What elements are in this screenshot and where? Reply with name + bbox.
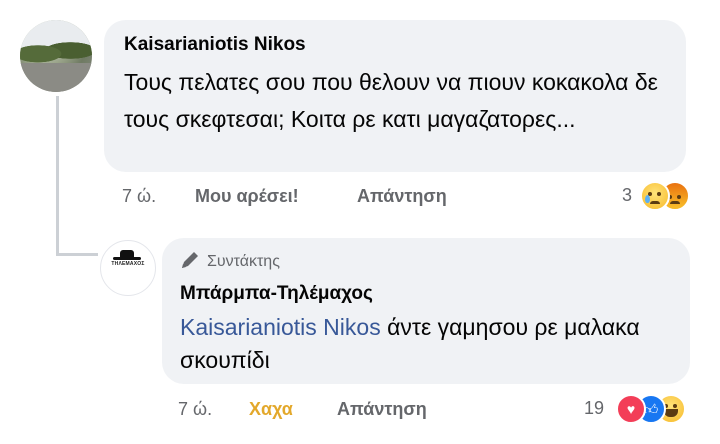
author-badge: Συντάκτης — [207, 253, 280, 270]
sad-icon[interactable] — [640, 181, 670, 211]
reply-button[interactable]: Απάντηση — [337, 399, 427, 420]
avatar-logo-text: ΤΗΛΕΜΑΧΟΣ — [111, 261, 145, 267]
love-icon[interactable]: ♥ — [616, 394, 646, 424]
reply-avatar[interactable] — [100, 240, 156, 296]
haha-button[interactable]: Χαχα — [249, 399, 293, 420]
reply-button[interactable]: Απάντηση — [357, 186, 447, 207]
reply-author[interactable]: Μπάρμπα-Τηλέμαχος — [180, 283, 373, 305]
like-button[interactable]: Μου αρέσει! — [195, 186, 299, 207]
hat-brim — [113, 257, 141, 260]
thread-connector — [56, 253, 98, 256]
reply-text: Kaisarianiotis Nikos άντε γαμησου ρε μαλ… — [180, 311, 680, 377]
comment-text: Τους πελατες σου που θελουν να πιουν κοκ… — [124, 69, 658, 132]
avatar[interactable] — [20, 20, 92, 92]
reply-timestamp[interactable]: 7 ώ. — [178, 399, 212, 420]
comment-author[interactable]: Kaisarianiotis Nikos — [124, 34, 306, 56]
comment-timestamp[interactable]: 7 ώ. — [122, 186, 156, 207]
thread-line — [56, 96, 59, 256]
pen-icon — [182, 252, 198, 268]
mention-link[interactable]: Kaisarianiotis Nikos — [180, 314, 381, 340]
reaction-count[interactable]: 19 — [584, 398, 604, 419]
reaction-count[interactable]: 3 — [622, 185, 632, 206]
